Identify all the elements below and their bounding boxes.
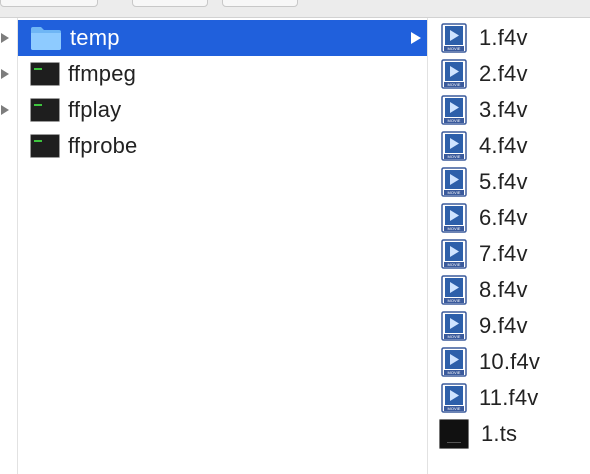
item-label: ffplay	[68, 97, 122, 122]
terminal-exec-icon	[30, 62, 60, 86]
movie-file-icon: MOVIE	[441, 311, 467, 341]
movie-badge: MOVIE	[448, 154, 461, 159]
contents-column[interactable]: MOVIE 1.f4v MOVIE 2.f4v MOVIE 3.f4v MOVI…	[428, 18, 590, 474]
item-label: 4.f4v	[479, 133, 528, 158]
terminal-exec-icon	[30, 98, 60, 122]
finder-toolbar	[0, 0, 590, 18]
video-file-icon	[439, 419, 469, 449]
item-label: temp	[70, 25, 120, 50]
list-item-file[interactable]: MOVIE 6.f4v	[428, 200, 590, 236]
list-item-ffprobe[interactable]: ffprobe	[18, 128, 427, 164]
disclosure-arrow-icon	[1, 33, 9, 43]
item-label: 6.f4v	[479, 205, 528, 230]
movie-file-icon: MOVIE	[441, 275, 467, 305]
list-item-file[interactable]: MOVIE 3.f4v	[428, 92, 590, 128]
parent-column[interactable]	[0, 18, 18, 474]
list-item-file[interactable]: MOVIE 1.f4v	[428, 20, 590, 56]
list-item-file[interactable]: 1.ts	[428, 416, 590, 452]
list-item-file[interactable]: MOVIE 10.f4v	[428, 344, 590, 380]
item-label: 8.f4v	[479, 277, 528, 302]
list-item-ffplay[interactable]: ffplay	[18, 92, 427, 128]
item-label: ffprobe	[68, 133, 138, 158]
list-item-ffmpeg[interactable]: ffmpeg	[18, 56, 427, 92]
disclosure-arrow-icon	[1, 105, 9, 115]
movie-file-icon: MOVIE	[441, 167, 467, 197]
movie-file-icon: MOVIE	[441, 347, 467, 377]
item-label: 11.f4v	[479, 385, 539, 410]
terminal-exec-icon	[30, 134, 60, 158]
item-label: 9.f4v	[479, 313, 528, 338]
disclosure-arrow-icon	[1, 69, 9, 79]
item-label: 3.f4v	[479, 97, 528, 122]
list-item-file[interactable]: MOVIE 8.f4v	[428, 272, 590, 308]
movie-badge: MOVIE	[448, 46, 461, 51]
item-label: 1.f4v	[479, 25, 528, 50]
folder-column[interactable]: temp ffmpeg ffplay ffprobe	[18, 18, 428, 474]
movie-file-icon: MOVIE	[441, 383, 467, 413]
finder-window: temp ffmpeg ffplay ffprobe MOVIE 1.f4v M…	[0, 0, 590, 474]
list-item-file[interactable]: MOVIE 7.f4v	[428, 236, 590, 272]
item-label: 5.f4v	[479, 169, 528, 194]
list-item-file[interactable]: MOVIE 11.f4v	[428, 380, 590, 416]
folder-icon	[31, 27, 61, 50]
movie-badge: MOVIE	[448, 334, 461, 339]
movie-badge: MOVIE	[448, 298, 461, 303]
movie-badge: MOVIE	[448, 262, 461, 267]
item-label: ffmpeg	[68, 61, 137, 86]
toolbar-button[interactable]	[132, 0, 208, 7]
movie-badge: MOVIE	[448, 370, 461, 375]
movie-file-icon: MOVIE	[441, 23, 467, 53]
toolbar-button[interactable]	[222, 0, 298, 7]
list-item-temp[interactable]: temp	[18, 20, 427, 56]
list-item-file[interactable]: MOVIE 9.f4v	[428, 308, 590, 344]
list-item-file[interactable]: MOVIE 4.f4v	[428, 128, 590, 164]
expand-arrow-icon	[411, 32, 421, 44]
movie-badge: MOVIE	[448, 190, 461, 195]
movie-badge: MOVIE	[448, 118, 461, 123]
movie-badge: MOVIE	[448, 406, 461, 411]
list-item-file[interactable]: MOVIE 2.f4v	[428, 56, 590, 92]
movie-badge: MOVIE	[448, 82, 461, 87]
list-item-file[interactable]: MOVIE 5.f4v	[428, 164, 590, 200]
movie-file-icon: MOVIE	[441, 59, 467, 89]
toolbar-button[interactable]	[0, 0, 98, 7]
item-label: 10.f4v	[479, 349, 541, 374]
item-label: 2.f4v	[479, 61, 528, 86]
movie-file-icon: MOVIE	[441, 239, 467, 269]
movie-badge: MOVIE	[448, 226, 461, 231]
movie-file-icon: MOVIE	[441, 95, 467, 125]
item-label: 7.f4v	[479, 241, 528, 266]
item-label: 1.ts	[481, 421, 518, 446]
movie-file-icon: MOVIE	[441, 131, 467, 161]
movie-file-icon: MOVIE	[441, 203, 467, 233]
